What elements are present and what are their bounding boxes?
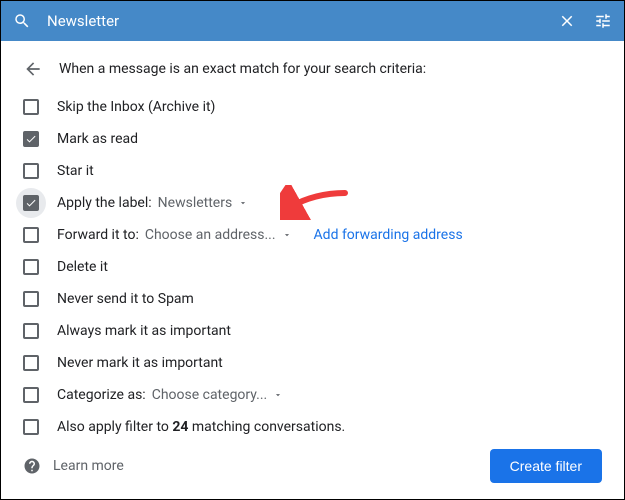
- option-apply-label: Apply the label: Newsletters: [1, 187, 624, 219]
- label-forward: Forward it to:: [57, 227, 139, 243]
- option-delete: Delete it: [1, 251, 624, 283]
- dropdown-categorize[interactable]: Choose category...: [152, 387, 284, 403]
- help-icon[interactable]: [23, 457, 41, 475]
- tune-icon[interactable]: [594, 12, 612, 30]
- label-never-important: Never mark it as important: [57, 355, 223, 371]
- dropdown-categorize-text: Choose category...: [152, 387, 268, 403]
- label-categorize: Categorize as:: [57, 387, 146, 403]
- label-never-spam: Never send it to Spam: [57, 291, 194, 307]
- caret-down-icon: [273, 390, 283, 400]
- checkbox-never-spam[interactable]: [23, 291, 39, 307]
- checkbox-delete[interactable]: [23, 259, 39, 275]
- label-delete: Delete it: [57, 259, 108, 275]
- close-icon[interactable]: [558, 12, 576, 30]
- checkbox-star[interactable]: [23, 163, 39, 179]
- label-also-apply: Also apply filter to 24 matching convers…: [57, 419, 345, 435]
- option-never-important: Never mark it as important: [1, 347, 624, 379]
- search-icon: [13, 12, 31, 30]
- also-apply-count: 24: [172, 419, 188, 435]
- option-mark-read: Mark as read: [1, 123, 624, 155]
- options-list: Skip the Inbox (Archive it) Mark as read…: [1, 91, 624, 437]
- checkbox-categorize[interactable]: [23, 387, 39, 403]
- criteria-heading: When a message is an exact match for you…: [59, 61, 426, 77]
- learn-more-link[interactable]: Learn more: [53, 458, 124, 474]
- header-title: Newsletter: [47, 12, 558, 30]
- link-add-forwarding[interactable]: Add forwarding address: [314, 227, 463, 243]
- label-mark-read: Mark as read: [57, 131, 138, 147]
- filter-content: When a message is an exact match for you…: [1, 41, 624, 499]
- search-header: Newsletter: [1, 1, 624, 41]
- label-skip-inbox: Skip the Inbox (Archive it): [57, 99, 215, 115]
- option-star: Star it: [1, 155, 624, 187]
- checkbox-forward[interactable]: [23, 227, 39, 243]
- label-always-important: Always mark it as important: [57, 323, 231, 339]
- footer: Learn more Create filter: [1, 437, 624, 499]
- option-skip-inbox: Skip the Inbox (Archive it): [1, 91, 624, 123]
- dropdown-apply-label-text: Newsletters: [158, 195, 233, 211]
- dropdown-apply-label[interactable]: Newsletters: [158, 195, 249, 211]
- label-apply-label: Apply the label:: [57, 195, 152, 211]
- caret-down-icon: [282, 230, 292, 240]
- dropdown-forward[interactable]: Choose an address...: [145, 227, 292, 243]
- option-forward: Forward it to: Choose an address... Add …: [1, 219, 624, 251]
- checkbox-also-apply[interactable]: [23, 419, 39, 435]
- create-filter-button[interactable]: Create filter: [490, 449, 602, 483]
- option-always-important: Always mark it as important: [1, 315, 624, 347]
- also-apply-suffix: matching conversations.: [188, 419, 345, 435]
- checkbox-skip-inbox[interactable]: [23, 99, 39, 115]
- label-star: Star it: [57, 163, 94, 179]
- checkbox-apply-label[interactable]: [23, 195, 39, 211]
- dropdown-forward-text: Choose an address...: [145, 227, 276, 243]
- option-also-apply: Also apply filter to 24 matching convers…: [1, 411, 624, 437]
- back-arrow-icon[interactable]: [23, 59, 43, 79]
- also-apply-prefix: Also apply filter to: [57, 419, 172, 435]
- checkbox-never-important[interactable]: [23, 355, 39, 371]
- checkbox-mark-read[interactable]: [23, 131, 39, 147]
- option-never-spam: Never send it to Spam: [1, 283, 624, 315]
- checkbox-always-important[interactable]: [23, 323, 39, 339]
- heading-row: When a message is an exact match for you…: [1, 55, 624, 91]
- option-categorize: Categorize as: Choose category...: [1, 379, 624, 411]
- caret-down-icon: [238, 198, 248, 208]
